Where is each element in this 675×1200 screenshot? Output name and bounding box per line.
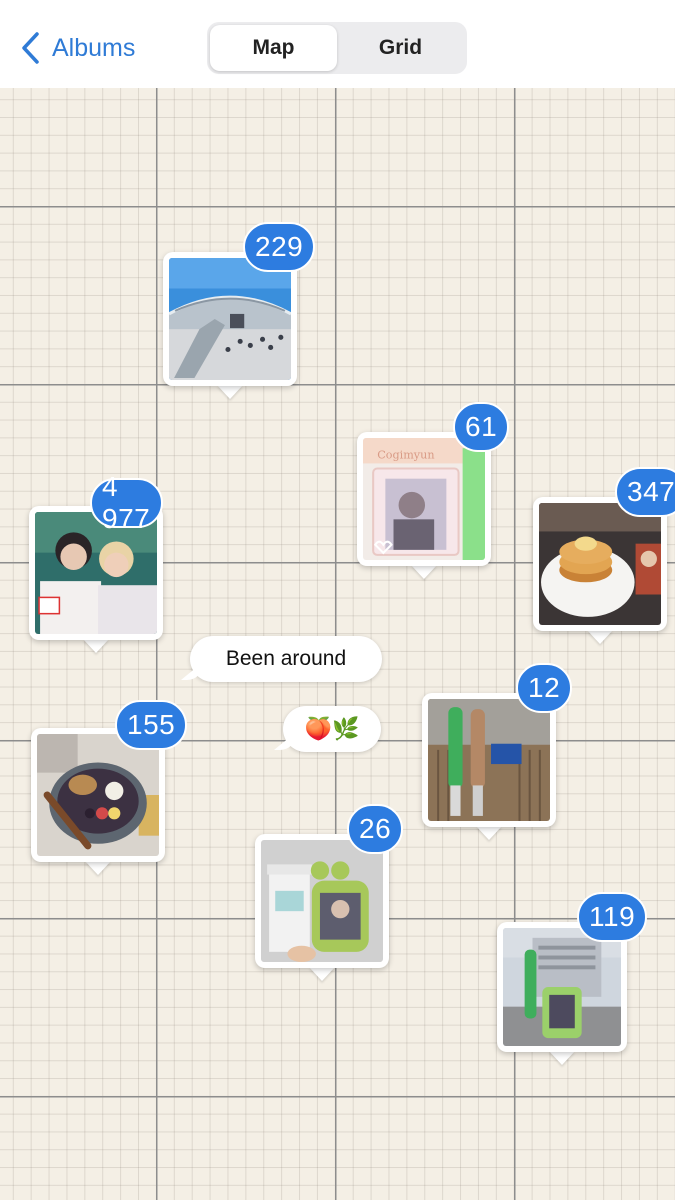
nav-header: Albums Map Grid — [0, 0, 675, 88]
peach-leaf-emoji: 🍑🌿 — [304, 716, 360, 741]
photo-count-badge: 155 — [115, 700, 188, 750]
photo-pin-pancakes[interactable]: 347 — [533, 467, 675, 644]
emoji-bubble: 🍑🌿 — [274, 706, 381, 752]
photo-thumbnail: Cogimyun — [363, 438, 485, 560]
photo-pin-friends-selfie[interactable]: 4 977 — [29, 471, 163, 653]
photo-count-badge: 4 977 — [90, 471, 163, 534]
photo-thumbnail — [261, 840, 383, 962]
photo-count-badge: 12 — [516, 663, 573, 713]
photo-count-badge: 229 — [243, 222, 316, 272]
photo-pin-stadium[interactable]: 229 — [163, 222, 316, 399]
photo-pin-photocard-frame[interactable]: Cogimyun 61 — [357, 402, 510, 579]
photo-count-badge: 119 — [577, 892, 648, 942]
back-button[interactable]: Albums — [20, 28, 135, 68]
photo-pin-lightsticks[interactable]: 12 — [422, 663, 573, 840]
photo-thumbnail — [169, 258, 291, 380]
photo-thumbnail — [503, 928, 621, 1046]
photo-count-badge: 26 — [347, 804, 404, 854]
segment-grid[interactable]: Grid — [337, 25, 464, 71]
photo-pin-acai-bowl[interactable]: 155 — [31, 700, 188, 875]
svg-text:Cogimyun: Cogimyun — [377, 448, 434, 461]
photo-pin-coffee-keychain[interactable]: 26 — [255, 804, 404, 981]
photo-thumbnail — [37, 734, 159, 856]
photo-thumbnail — [428, 699, 550, 821]
photo-pin-venue-lightstick[interactable]: 119 — [497, 892, 648, 1065]
chevron-left-icon — [22, 32, 39, 64]
photo-thumbnail — [539, 503, 661, 625]
photo-count-badge: 61 — [453, 402, 510, 452]
segment-map[interactable]: Map — [210, 25, 337, 71]
photo-count-badge: 347 — [615, 467, 675, 517]
been-around-bubble: Been around — [181, 636, 382, 682]
view-segmented-control: Map Grid — [207, 22, 467, 74]
bubble-text: Been around — [225, 647, 347, 670]
back-label: Albums — [52, 33, 136, 62]
